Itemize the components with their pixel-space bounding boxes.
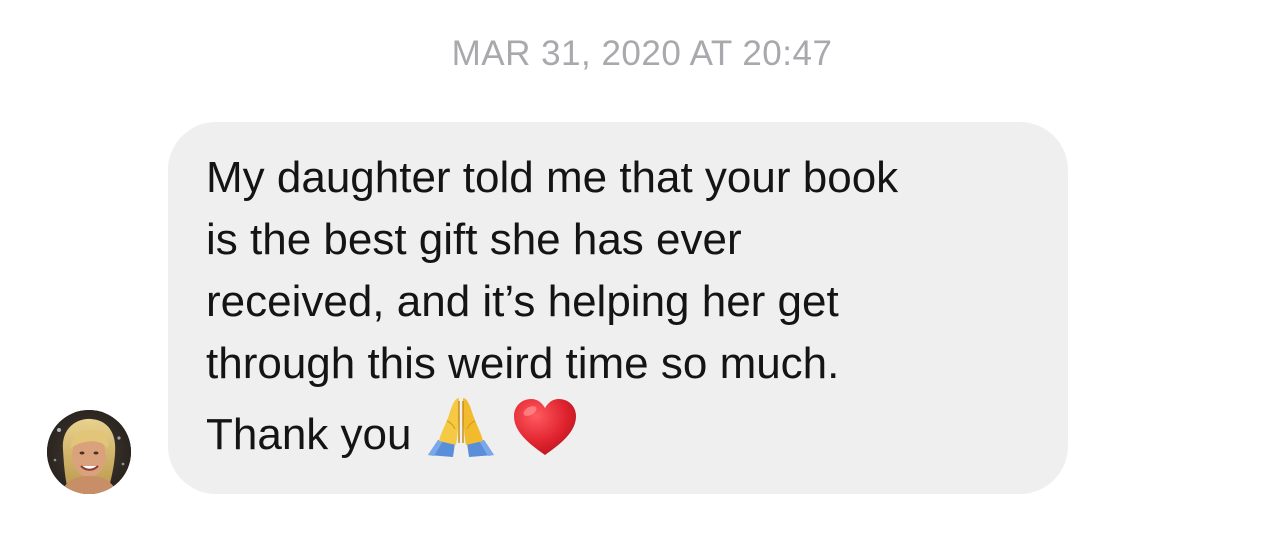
sender-avatar[interactable] [47,410,131,494]
message-line-2: is the best gift she has ever [206,215,742,264]
incoming-message-bubble[interactable]: My daughter told me that your book is th… [168,122,1068,494]
message-line-5: Thank you [206,395,1028,476]
folded-hands-icon [425,395,497,476]
message-timestamp: MAR 31, 2020 AT 20:47 [451,34,833,73]
message-line-1: My daughter told me that your book [206,153,899,202]
message-line-4: through this weird time so much. [206,339,840,388]
message-line-3: received, and it’s helping her get [206,277,839,326]
message-line-5-text: Thank you [206,410,412,459]
red-heart-icon [511,397,579,476]
